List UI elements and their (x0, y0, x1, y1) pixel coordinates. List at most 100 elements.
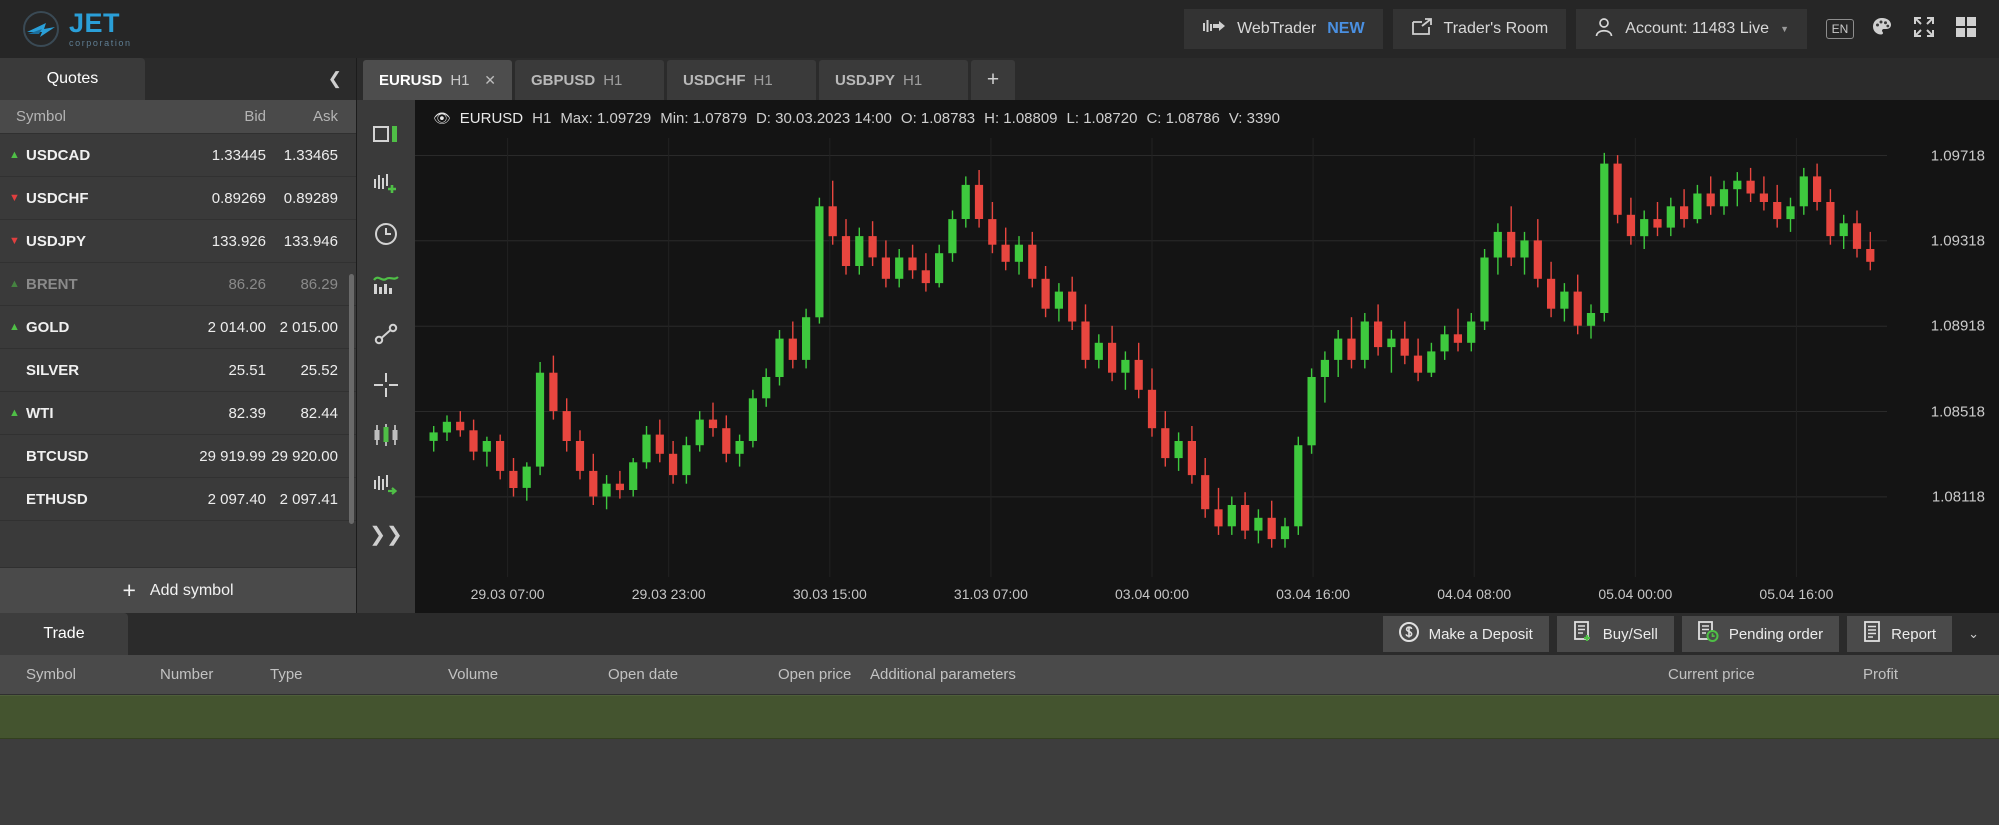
webtrader-button[interactable]: WebTrader NEW (1184, 9, 1383, 49)
tab-trade[interactable]: Trade (0, 613, 128, 655)
add-indicator-icon[interactable] (365, 164, 407, 204)
quote-row[interactable]: ▲ GOLD 2 014.00 2 015.00 (0, 306, 356, 349)
eye-icon[interactable]: 👁 (433, 110, 451, 127)
quote-ask[interactable]: 2 015.00 (266, 319, 356, 336)
quote-row[interactable]: BTCUSD 29 919.99 29 920.00 (0, 435, 356, 478)
indicators-icon[interactable] (365, 264, 407, 304)
quote-row[interactable]: ▲ WTI 82.39 82.44 (0, 392, 356, 435)
chart-tab-usdjpy[interactable]: USDJPY H1 (819, 60, 968, 100)
trade-col-current-price[interactable]: Current price (1660, 666, 1763, 683)
trade-table-header: Symbol Number Type Volume Open date Open pric… (0, 655, 1999, 695)
chart-tab-timeframe: H1 (603, 71, 623, 89)
make-a-deposit-button[interactable]: Make a Deposit (1382, 616, 1549, 652)
quote-row[interactable]: SILVER 25.51 25.52 (0, 349, 356, 392)
col-bid: Bid (244, 108, 266, 125)
quote-row[interactable]: ETHUSD 2 097.40 2 097.41 (0, 478, 356, 521)
trade-panel: Trade Make a Deposit Buy/Sell Pending orde… (0, 613, 1999, 825)
quotes-scrollbar[interactable] (349, 274, 354, 524)
trade-col-type[interactable]: Type (262, 666, 311, 683)
ohlc-max: Max: 1.09729 (560, 110, 652, 127)
collapse-sidebar-button[interactable]: ❮ (328, 69, 342, 89)
quote-row[interactable]: ▲ BRENT 86.26 86.29 (0, 263, 356, 306)
buy-sell-button[interactable]: Buy/Sell (1556, 616, 1674, 652)
chart-shift-icon[interactable] (365, 465, 407, 505)
add-symbol-button[interactable]: + Add symbol (0, 567, 356, 613)
traders-room-label: Trader's Room (1443, 20, 1549, 37)
chart-tab-symbol: EURUSD (379, 71, 443, 89)
quote-bid[interactable]: 82.39 (163, 405, 266, 422)
quote-ask[interactable]: 0.89289 (266, 190, 356, 207)
quote-ask[interactable]: 1.33465 (266, 147, 356, 164)
quote-ask[interactable]: 82.44 (266, 405, 356, 422)
quote-bid[interactable]: 133.926 (163, 233, 266, 250)
timeframe-clock-icon[interactable] (365, 214, 407, 254)
time-axis-label: 03.04 00:00 (1115, 586, 1189, 602)
quote-bid[interactable]: 86.26 (163, 276, 266, 293)
price-axis-label: 1.09318 (1930, 232, 1985, 250)
price-axis[interactable]: 1.09718 1.09318 1.08918 1.08518 1.08118 (1887, 100, 1999, 577)
trade-col-additional-parameters[interactable]: Additional parameters (862, 666, 1024, 683)
add-chart-tab-button[interactable]: + (971, 60, 1015, 100)
line-tool-icon[interactable] (365, 314, 407, 354)
quote-symbol: USDCHF (26, 189, 89, 207)
fullscreen-button[interactable] (1905, 10, 1943, 48)
layout-button[interactable] (1947, 10, 1985, 48)
time-axis[interactable]: 29.03 07:00 29.03 23:00 30.03 15:00 31.03 0… (415, 577, 1887, 613)
price-axis-label: 1.08518 (1930, 403, 1985, 420)
chart-tab-eurusd[interactable]: EURUSD H1 ✕ (363, 60, 512, 100)
theme-button[interactable] (1863, 10, 1901, 48)
quotes-tab-row: Quotes ❮ (0, 58, 356, 100)
trade-col-number[interactable]: Number (152, 666, 221, 683)
quotes-header: Symbol Bid Ask (0, 100, 356, 134)
quote-row[interactable]: ▼ USDJPY 133.926 133.946 (0, 220, 356, 263)
document-plus-icon (1573, 621, 1593, 647)
close-icon[interactable]: ✕ (484, 72, 496, 89)
quote-ask[interactable]: 133.946 (266, 233, 356, 250)
quote-bid[interactable]: 0.89269 (163, 190, 266, 207)
crosshair-icon[interactable] (365, 365, 407, 405)
time-axis-label: 05.04 16:00 (1759, 586, 1834, 602)
quote-row[interactable]: ▲ USDCAD 1.33445 1.33465 (0, 134, 356, 177)
language-switcher[interactable]: EN (1821, 10, 1859, 48)
quote-bid[interactable]: 2 014.00 (163, 319, 266, 336)
quote-bid[interactable]: 25.51 (163, 362, 266, 379)
action-label: Pending order (1728, 625, 1824, 643)
trade-col-open-price[interactable]: Open price (770, 666, 859, 683)
layout-grid-icon (1955, 16, 1977, 43)
quote-ask[interactable]: 86.29 (266, 276, 356, 293)
chart-type-icon[interactable] (365, 114, 407, 154)
trade-col-volume[interactable]: Volume (440, 666, 506, 683)
chevron-down-icon[interactable]: ⌄ (1960, 626, 1987, 642)
trade-col-open-date[interactable]: Open date (600, 666, 686, 683)
ohlc-symbol: EURUSD (459, 110, 524, 127)
trade-row-highlight[interactable] (0, 695, 1999, 739)
report-button[interactable]: Report (1847, 616, 1953, 652)
chart-tab-usdchf[interactable]: USDCHF H1 (667, 60, 816, 100)
tab-quotes[interactable]: Quotes (0, 58, 145, 100)
quote-bid[interactable]: 29 919.99 (163, 448, 266, 465)
quote-symbol: WTI (26, 404, 54, 422)
brand-logo[interactable]: JET corporation (14, 10, 132, 48)
quotes-list[interactable]: ▲ USDCAD 1.33445 1.33465 ▼ USDCHF 0.89269 0.892… (0, 134, 356, 567)
quote-direction-icon: ▲ (9, 407, 20, 419)
chart-tab-symbol: GBPUSD (531, 71, 596, 89)
quote-ask[interactable]: 2 097.41 (266, 491, 356, 508)
plus-icon: + (122, 577, 136, 603)
account-selector[interactable]: Account: 11483 Live ▼ (1576, 9, 1807, 49)
chart-canvas[interactable]: 👁 EURUSD H1 Max: 1.09729 Min: 1.07879 D:… (415, 100, 1887, 577)
chart-tab-gbpusd[interactable]: GBPUSD H1 (515, 60, 664, 100)
candlestick-style-icon[interactable] (365, 415, 407, 455)
trade-col-symbol[interactable]: Symbol (18, 666, 84, 683)
price-axis-label: 1.08118 (1931, 488, 1985, 506)
quote-bid[interactable]: 1.33445 (163, 147, 266, 164)
quote-bid[interactable]: 2 097.40 (163, 491, 266, 508)
quote-row[interactable]: ▼ USDCHF 0.89269 0.89289 (0, 177, 356, 220)
traders-room-button[interactable]: Trader's Room (1392, 9, 1567, 49)
pending-order-button[interactable]: Pending order (1681, 616, 1840, 652)
quote-ask[interactable]: 25.52 (266, 362, 356, 379)
quote-ask[interactable]: 29 920.00 (266, 448, 356, 465)
expand-more-icon[interactable]: ❯❯ (365, 515, 407, 555)
candlestick-plot (415, 138, 1887, 577)
col-ask: Ask (312, 108, 338, 125)
trade-col-profit[interactable]: Profit (1855, 666, 1906, 683)
